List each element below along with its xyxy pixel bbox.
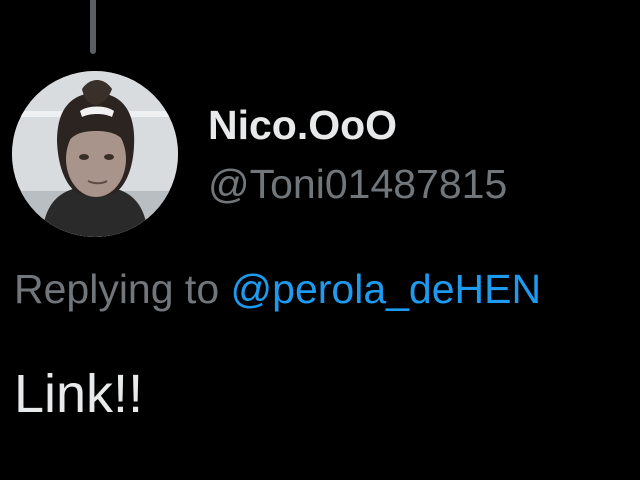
replying-to-line: Replying to @perola_deHEN [14,263,640,315]
display-name[interactable]: Nico.OoO [208,99,397,151]
tweet-text: Link!! [14,364,144,424]
thread-connector-line [90,0,96,54]
profile-photo-icon [12,71,178,237]
avatar[interactable] [12,71,178,237]
reply-mention-link[interactable]: @perola_deHEN [231,266,542,312]
user-handle[interactable]: @Toni01487815 [208,158,507,210]
replying-to-label: Replying to [14,266,220,312]
